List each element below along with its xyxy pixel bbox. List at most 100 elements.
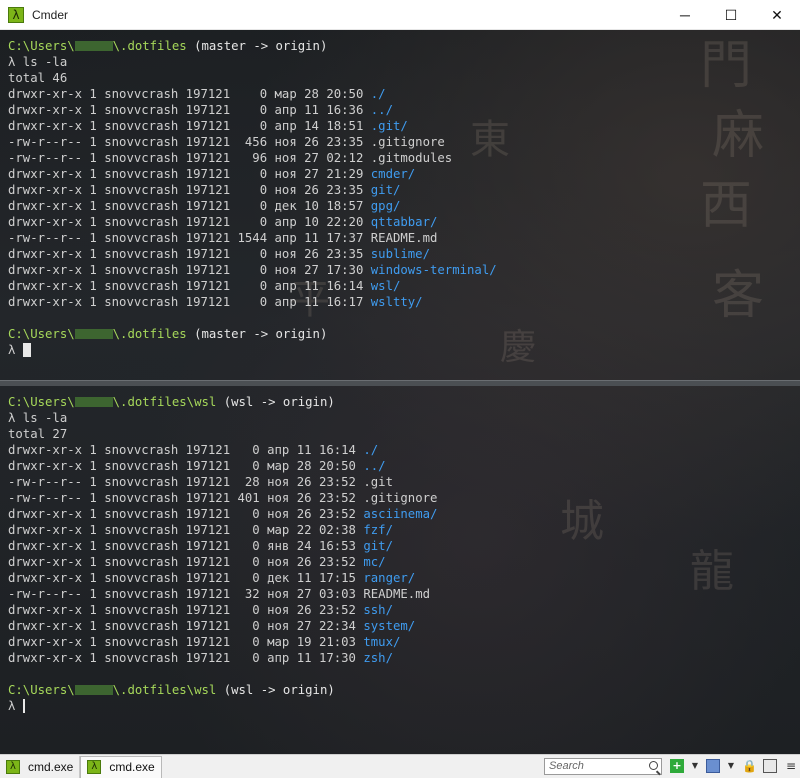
prompt-path-suffix: \.dotfiles\wsl (112, 395, 217, 409)
git-branch: (master -> origin) (186, 327, 328, 341)
file-meta: drwxr-xr-x 1 snovvcrash 197121 0 мар 28 … (8, 459, 364, 473)
command-line: λ ls -la (8, 411, 68, 425)
file-meta: drwxr-xr-x 1 snovvcrash 197121 0 мар 22 … (8, 523, 364, 537)
listing-row: drwxr-xr-x 1 snovvcrash 197121 0 апр 11 … (8, 278, 800, 294)
file-meta: drwxr-xr-x 1 snovvcrash 197121 0 ноя 27 … (8, 167, 371, 181)
window-controls: ─ ☐ ✕ (662, 0, 800, 30)
directory-name: ../ (363, 459, 386, 473)
file-name: README.md (363, 587, 431, 601)
listing-row: drwxr-xr-x 1 snovvcrash 197121 0 дек 10 … (8, 198, 800, 214)
file-meta: -rw-r--r-- 1 snovvcrash 197121 401 ноя 2… (8, 491, 364, 505)
directory-name: wsltty/ (370, 295, 423, 309)
directory-name: mc/ (363, 555, 386, 569)
terminal-pane-top[interactable]: C:\Users\ \.dotfiles (master -> origin) λ … (0, 30, 800, 380)
redacted-username (74, 41, 113, 51)
input-line[interactable]: λ (8, 698, 800, 714)
file-meta: drwxr-xr-x 1 snovvcrash 197121 0 ноя 26 … (8, 555, 364, 569)
listing-row: drwxr-xr-x 1 snovvcrash 197121 0 апр 11 … (8, 294, 800, 310)
layout-icon[interactable] (763, 759, 777, 773)
listing-row: -rw-r--r-- 1 snovvcrash 197121 456 ноя 2… (8, 134, 800, 150)
file-meta: drwxr-xr-x 1 snovvcrash 197121 0 дек 11 … (8, 571, 364, 585)
directory-name: zsh/ (363, 651, 393, 665)
file-meta: drwxr-xr-x 1 snovvcrash 197121 0 ноя 26 … (8, 507, 364, 521)
directory-name: ./ (370, 87, 386, 101)
search-icon[interactable] (649, 761, 658, 770)
listing-row: drwxr-xr-x 1 snovvcrash 197121 0 апр 11 … (8, 102, 800, 118)
tab-cmd-2[interactable]: λ cmd.exe (80, 755, 162, 778)
redacted-username (74, 397, 113, 407)
listing-row: drwxr-xr-x 1 snovvcrash 197121 0 ноя 27 … (8, 618, 800, 634)
prompt-path-prefix: C:\Users\ (8, 395, 75, 409)
listing-row: drwxr-xr-x 1 snovvcrash 197121 0 апр 10 … (8, 214, 800, 230)
split-view-dropdown-icon[interactable]: ▼ (724, 759, 738, 773)
cmder-logo-icon: λ (8, 6, 24, 23)
prompt-path-prefix: C:\Users\ (8, 683, 75, 697)
listing-row: -rw-r--r-- 1 snovvcrash 197121 96 ноя 27… (8, 150, 800, 166)
directory-name: git/ (370, 183, 401, 197)
title-bar[interactable]: λ Cmder ─ ☐ ✕ (0, 0, 800, 30)
terminal-area: 門 麻 西 客 東 慶 平 城 龍 C:\Users\ \.dotfiles (m… (0, 30, 800, 754)
window-title: Cmder (32, 7, 69, 22)
directory-name: qttabbar/ (370, 215, 438, 229)
new-console-button[interactable]: + (670, 759, 684, 773)
search-placeholder: Search (549, 760, 584, 772)
directory-name: fzf/ (363, 523, 393, 537)
tab-label: cmd.exe (28, 759, 74, 774)
listing-row: drwxr-xr-x 1 snovvcrash 197121 0 мар 28 … (8, 86, 800, 102)
file-meta: drwxr-xr-x 1 snovvcrash 197121 0 ноя 26 … (8, 603, 364, 617)
minimize-button[interactable]: ─ (662, 0, 708, 30)
directory-name: tmux/ (363, 635, 401, 649)
listing-row: drwxr-xr-x 1 snovvcrash 197121 0 ноя 26 … (8, 554, 800, 570)
file-meta: drwxr-xr-x 1 snovvcrash 197121 0 апр 11 … (8, 103, 371, 117)
cmder-tab-icon: λ (6, 759, 20, 774)
new-console-dropdown-icon[interactable]: ▼ (688, 759, 702, 773)
total-line: total 27 (8, 427, 68, 441)
lock-icon[interactable]: 🔒 (742, 759, 757, 773)
file-meta: drwxr-xr-x 1 snovvcrash 197121 0 апр 11 … (8, 443, 364, 457)
listing-row: drwxr-xr-x 1 snovvcrash 197121 0 апр 11 … (8, 442, 800, 458)
input-line[interactable]: λ (8, 342, 800, 358)
directory-name: git/ (363, 539, 393, 553)
directory-name: gpg/ (370, 199, 401, 213)
file-name: .gitignore (363, 491, 438, 505)
directory-name: ../ (370, 103, 393, 117)
file-meta: drwxr-xr-x 1 snovvcrash 197121 0 апр 10 … (8, 215, 371, 229)
listing-row: -rw-r--r-- 1 snovvcrash 197121 32 ноя 27… (8, 586, 800, 602)
directory-name: wsl/ (370, 279, 401, 293)
file-name: .gitignore (370, 135, 445, 149)
file-meta: drwxr-xr-x 1 snovvcrash 197121 0 апр 11 … (8, 279, 371, 293)
listing-row: -rw-r--r-- 1 snovvcrash 197121 401 ноя 2… (8, 490, 800, 506)
listing-row: -rw-r--r-- 1 snovvcrash 197121 28 ноя 26… (8, 474, 800, 490)
git-branch: (wsl -> origin) (216, 395, 335, 409)
file-name: .git (363, 475, 393, 489)
search-input[interactable]: Search (544, 758, 662, 775)
menu-icon[interactable]: ≡ (784, 759, 798, 773)
directory-name: system/ (363, 619, 416, 633)
prompt-path-suffix: \.dotfiles (112, 327, 187, 341)
tab-cmd-1[interactable]: λ cmd.exe (0, 755, 81, 778)
split-view-icon[interactable] (706, 759, 720, 773)
file-meta: drwxr-xr-x 1 snovvcrash 197121 0 янв 24 … (8, 539, 364, 553)
file-meta: drwxr-xr-x 1 snovvcrash 197121 0 ноя 27 … (8, 263, 371, 277)
maximize-button[interactable]: ☐ (708, 0, 754, 30)
listing-row: drwxr-xr-x 1 snovvcrash 197121 0 дек 11 … (8, 570, 800, 586)
directory-name: cmder/ (370, 167, 416, 181)
listing-row: drwxr-xr-x 1 snovvcrash 197121 0 ноя 27 … (8, 166, 800, 182)
git-branch: (master -> origin) (186, 39, 328, 53)
tab-bar: λ cmd.exe λ cmd.exe Search + ▼ ▼ 🔒 ≡ (0, 754, 800, 778)
file-name: .gitmodules (370, 151, 453, 165)
listing-row: drwxr-xr-x 1 snovvcrash 197121 0 мар 19 … (8, 634, 800, 650)
listing-row: drwxr-xr-x 1 snovvcrash 197121 0 апр 14 … (8, 118, 800, 134)
terminal-pane-bottom[interactable]: C:\Users\ \.dotfiles\wsl (wsl -> origin) λ… (0, 386, 800, 754)
prompt-path-suffix: \.dotfiles (112, 39, 187, 53)
text-cursor (22, 699, 25, 713)
directory-name: .git/ (370, 119, 408, 133)
file-meta: drwxr-xr-x 1 snovvcrash 197121 0 дек 10 … (8, 199, 371, 213)
listing-row: drwxr-xr-x 1 snovvcrash 197121 0 ноя 27 … (8, 262, 800, 278)
file-name: README.md (370, 231, 438, 245)
close-button[interactable]: ✕ (754, 0, 800, 30)
git-branch: (wsl -> origin) (216, 683, 335, 697)
prompt-path-suffix: \.dotfiles\wsl (112, 683, 217, 697)
command-line: λ ls -la (8, 55, 68, 69)
